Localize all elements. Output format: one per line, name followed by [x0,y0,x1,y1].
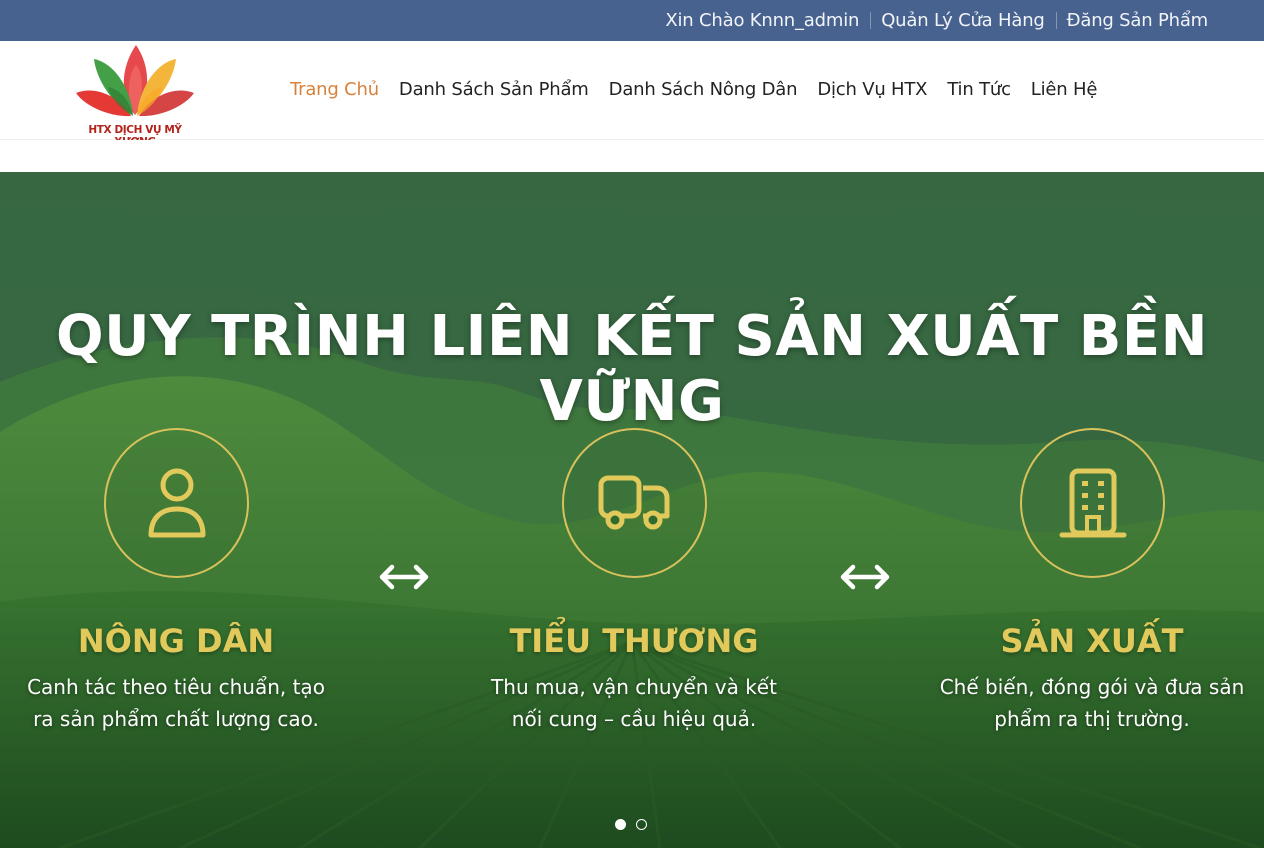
main-nav: Trang Chủ Danh Sách Sản Phẩm Danh Sách N… [290,79,1117,100]
step-production-title: SẢN XUẤT [1000,622,1184,660]
slider-dot-2[interactable] [636,819,647,830]
nav-item-home[interactable]: Trang Chủ [290,79,379,100]
hero-slider: QUY TRÌNH LIÊN KẾT SẢN XUẤT BỀN VỮNG NÔN… [0,172,1264,848]
step-production-circle [1020,428,1165,578]
divider [870,12,872,29]
building-icon [1059,468,1126,538]
step-production-desc-line-2: phẩm ra thị trường. [994,707,1190,731]
step-farmer-desc-line-1: Canh tác theo tiêu chuẩn, tạo [27,675,325,699]
top-utility-bar: Xin Chào Knnn_admin Quản Lý Cửa Hàng Đăn… [0,0,1264,41]
step-farmer-desc: Canh tác theo tiêu chuẩn, tạo ra sản phẩ… [16,671,336,735]
site-header: HTX DỊCH VỤ MỸ XƯƠNG Trang Chủ Danh Sách… [0,41,1264,148]
greeting-link[interactable]: Xin Chào Knnn_admin [665,10,859,31]
slider-pagination [615,819,647,830]
nav-item-product-list[interactable]: Danh Sách Sản Phẩm [399,79,589,100]
step-trader-desc: Thu mua, vận chuyển và kết nối cung – cầ… [474,671,794,735]
hero-title: QUY TRÌNH LIÊN KẾT SẢN XUẤT BỀN VỮNG [55,304,1208,434]
step-farmer-desc-line-2: ra sản phẩm chất lượng cao. [33,707,319,731]
step-production-desc-line-1: Chế biến, đóng gói và đưa sản [939,675,1245,699]
step-production-desc: Chế biến, đóng gói và đưa sản phẩm ra th… [922,671,1262,735]
bidirectional-arrow-icon [379,564,429,590]
slider-dot-1[interactable] [615,819,626,830]
nav-item-services[interactable]: Dịch Vụ HTX [817,79,927,100]
step-trader-title: TIỂU THƯƠNG [509,622,759,660]
divider [1055,12,1057,29]
step-trader-circle [562,428,707,578]
step-farmer-title: NÔNG DÂN [77,622,275,660]
step-trader-desc-line-1: Thu mua, vận chuyển và kết [491,675,777,699]
post-product-link[interactable]: Đăng Sản Phẩm [1067,10,1209,31]
site-logo[interactable]: HTX DỊCH VỤ MỸ XƯƠNG [70,43,200,148]
truck-icon [598,475,669,530]
step-trader-desc-line-2: nối cung – cầu hiệu quả. [511,707,757,731]
nav-item-farmer-list[interactable]: Danh Sách Nông Dân [609,79,798,100]
step-farmer-circle [104,428,249,578]
nav-item-news[interactable]: Tin Tức [947,79,1011,100]
nav-item-contact[interactable]: Liên Hệ [1031,79,1098,100]
lotus-logo-icon [76,45,194,117]
user-icon [148,468,205,538]
manage-store-link[interactable]: Quản Lý Cửa Hàng [881,10,1045,31]
header-spacer [0,140,1264,172]
bidirectional-arrow-icon [840,564,890,590]
